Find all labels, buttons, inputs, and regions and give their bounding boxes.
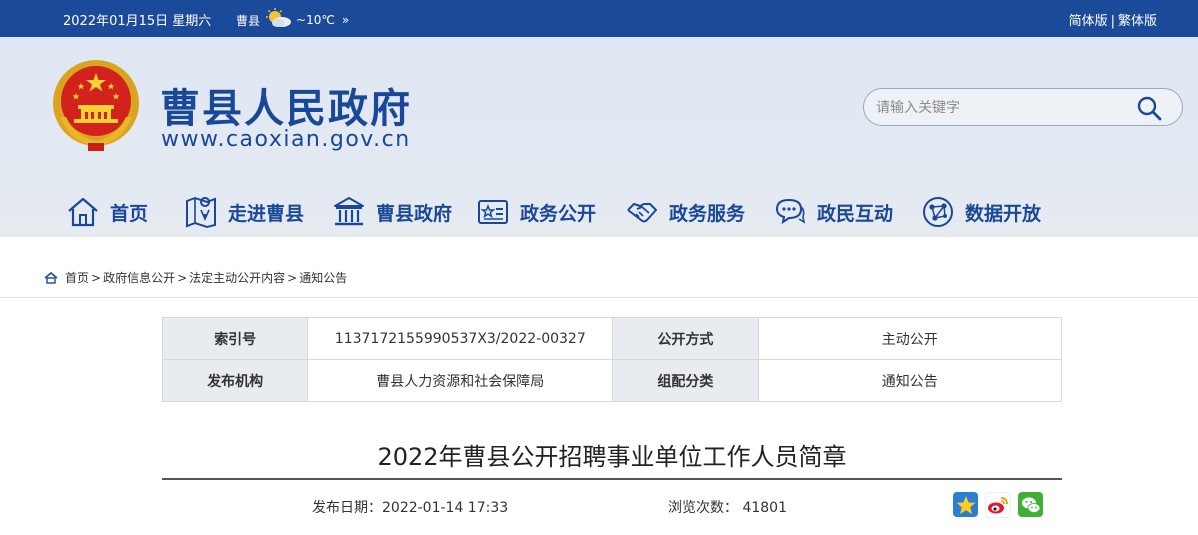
qzone-icon [956, 495, 975, 514]
breadcrumb-link-statutory-content[interactable]: 法定主动公开内容 [189, 269, 285, 286]
category-label: 组配分类 [612, 359, 759, 402]
view-count: 浏览次数： 41801 [668, 497, 787, 517]
site-header: 曹县人民政府 www.caoxian.gov.cn 首页 走进曹县 [0, 37, 1198, 237]
search-icon[interactable] [1136, 95, 1162, 121]
data-network-icon [923, 197, 953, 227]
notice-board-icon [478, 200, 508, 224]
breadcrumb-separator: > [91, 270, 102, 285]
nav-label: 政民互动 [817, 202, 894, 225]
traditional-chinese-link[interactable]: 繁体版 [1118, 14, 1157, 29]
home-icon [68, 197, 98, 227]
site-url: www.caoxian.gov.cn [161, 127, 411, 152]
weather-more-link[interactable]: » [342, 13, 349, 27]
home-icon [44, 271, 58, 284]
disclosure-method-label: 公开方式 [612, 317, 759, 360]
weather-city: 曹县 [236, 13, 261, 28]
title-divider [162, 478, 1062, 480]
current-date: 2022年01月15日 星期六 [63, 14, 212, 29]
nav-label: 政务公开 [520, 202, 597, 225]
nav-label: 曹县政府 [376, 202, 453, 225]
nav-item-government-services[interactable]: 政务服务 [625, 192, 745, 232]
weibo-icon [988, 497, 1008, 514]
table-row: 索引号 11371721559905​37X3/2022-00327 公开方式 … [161, 317, 1063, 360]
breadcrumb-link-info-disclosure[interactable]: 政府信息公开 [103, 269, 175, 286]
disclosure-method-value: 主动公开 [757, 317, 1063, 360]
breadcrumb-link-notices[interactable]: 通知公告 [299, 269, 347, 286]
language-switch: 简体版 | 繁体版 [1069, 10, 1157, 29]
view-count-label: 浏览次数： [668, 500, 738, 516]
top-bar: 2022年01月15日 星期六 曹县 ~10℃ » 简体版 | 繁体版 [0, 0, 1198, 37]
wechat-icon [1021, 497, 1040, 513]
breadcrumb-link-home[interactable]: 首页 [65, 269, 89, 286]
index-number-label: 索引号 [161, 317, 309, 360]
breadcrumb-bar: 首页 > 政府信息公开 > 法定主动公开内容 > 通知公告 [0, 237, 1198, 298]
nav-label: 数据开放 [965, 202, 1042, 225]
national-emblem-logo[interactable] [50, 57, 142, 153]
map-icon [186, 196, 216, 229]
handshake-icon [627, 203, 657, 223]
nav-item-home[interactable]: 首页 [66, 192, 148, 232]
publish-date: 发布日期：2022-01-14 17:33 [312, 497, 508, 517]
lang-separator: | [1110, 14, 1115, 29]
weibo-share-button[interactable] [985, 492, 1011, 518]
breadcrumb-separator: > [287, 270, 298, 285]
breadcrumb-separator: > [177, 270, 188, 285]
publish-date-label: 发布日期： [312, 500, 382, 516]
share-buttons [953, 492, 1043, 518]
government-building-icon [334, 197, 364, 226]
main-nav: 首页 走进曹县 曹县政府 政务公开 政务服务 政民互动 数据开放 [0, 192, 1198, 234]
site-title[interactable]: 曹县人民政府 [160, 76, 412, 134]
search-box [863, 88, 1183, 126]
table-row: 发布机构 曹县人力资源和社会保障局 组配分类 通知公告 [161, 359, 1063, 402]
qzone-share-button[interactable] [953, 492, 978, 517]
chat-bubbles-icon [775, 198, 806, 225]
nav-item-public-interaction[interactable]: 政民互动 [773, 192, 893, 232]
search-input[interactable] [874, 96, 1118, 120]
publish-date-value: 2022-01-14 17:33 [382, 500, 509, 516]
partly-cloudy-icon [266, 8, 292, 27]
breadcrumb: 首页 > 政府信息公开 > 法定主动公开内容 > 通知公告 [44, 269, 347, 286]
category-value: 通知公告 [757, 359, 1063, 402]
nav-label: 首页 [110, 202, 149, 225]
weather-widget[interactable]: 曹县 ~10℃ » [236, 8, 349, 30]
nav-item-open-data[interactable]: 数据开放 [921, 192, 1041, 232]
weather-temperature: ~10℃ [296, 13, 335, 27]
index-number-value: 11371721559905​37X3/2022-00327 [307, 317, 614, 360]
wechat-share-button[interactable] [1018, 492, 1043, 517]
document-info-table: 索引号 11371721559905​37X3/2022-00327 公开方式 … [161, 317, 1063, 402]
article-title: 2022年曹县公开招聘事业单位工作人员简章 [377, 443, 847, 471]
publisher-label: 发布机构 [161, 359, 309, 402]
simplified-chinese-link[interactable]: 简体版 [1069, 14, 1108, 29]
nav-label: 政务服务 [669, 202, 746, 225]
nav-item-about-caoxian[interactable]: 走进曹县 [184, 192, 304, 232]
nav-item-county-government[interactable]: 曹县政府 [332, 192, 452, 232]
view-count-value: 41801 [742, 500, 787, 516]
nav-item-government-affairs-disclosure[interactable]: 政务公开 [476, 192, 596, 232]
nav-label: 走进曹县 [228, 202, 305, 225]
publisher-value: 曹县人力资源和社会保障局 [307, 359, 614, 402]
